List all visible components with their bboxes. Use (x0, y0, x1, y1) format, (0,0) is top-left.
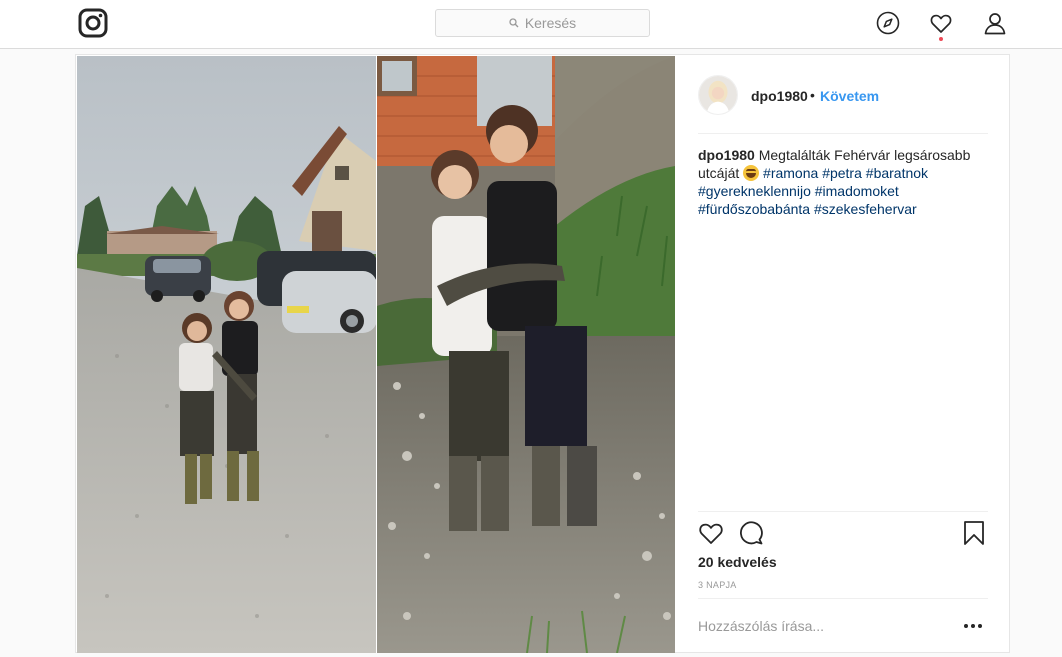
like-heart-icon[interactable] (698, 520, 724, 546)
hashtag-link[interactable]: #szekesfehervar (814, 201, 917, 217)
notification-dot (939, 37, 943, 41)
header-separator: • (810, 87, 815, 103)
post-timestamp[interactable]: 3 NAPJA (698, 580, 737, 590)
hashtag-link[interactable]: #petra (822, 165, 862, 181)
search-box[interactable]: Keresés (435, 9, 650, 37)
more-options-icon[interactable] (962, 616, 984, 636)
comment-divider (698, 598, 988, 599)
bookmark-icon[interactable] (963, 520, 985, 546)
hashtag-link[interactable]: #imadomoket (815, 183, 899, 199)
actions-divider (698, 511, 988, 512)
instagram-logo-icon[interactable] (78, 8, 108, 38)
post-username[interactable]: dpo1980 (751, 88, 808, 104)
caption-username[interactable]: dpo1980 (698, 147, 755, 163)
avatar[interactable] (698, 75, 738, 115)
hashtag-link[interactable]: #gyerekneklennijo (698, 183, 811, 199)
likes-count[interactable]: 20 kedvelés (698, 554, 777, 570)
heart-icon[interactable] (929, 11, 953, 35)
post-sidebar: dpo1980 • Követem dpo1980 Megtalálták Fe… (676, 55, 1010, 653)
search-icon (509, 18, 519, 28)
hashtag-link[interactable]: #fürdőszobabánta (698, 201, 810, 217)
hashtag-link[interactable]: #ramona (763, 165, 818, 181)
post-photo[interactable] (77, 56, 675, 653)
header-divider (698, 133, 988, 134)
top-navigation-bar: Keresés (0, 0, 1062, 49)
post-caption: dpo1980 Megtalálták Fehérvár legsárosabb… (698, 146, 988, 218)
grinning-squinting-face-icon (743, 165, 760, 181)
follow-button[interactable]: Követem (820, 88, 879, 104)
post-card: dpo1980 • Követem dpo1980 Megtalálták Fe… (75, 54, 1010, 653)
photo-collage-image (77, 56, 675, 653)
comment-input[interactable] (698, 613, 938, 639)
compass-icon[interactable] (876, 11, 900, 35)
search-placeholder: Keresés (524, 15, 577, 31)
user-icon[interactable] (983, 11, 1007, 35)
comment-bubble-icon[interactable] (738, 520, 764, 546)
hashtag-link[interactable]: #baratnok (866, 165, 928, 181)
post-header: dpo1980 • Követem (676, 55, 1010, 133)
